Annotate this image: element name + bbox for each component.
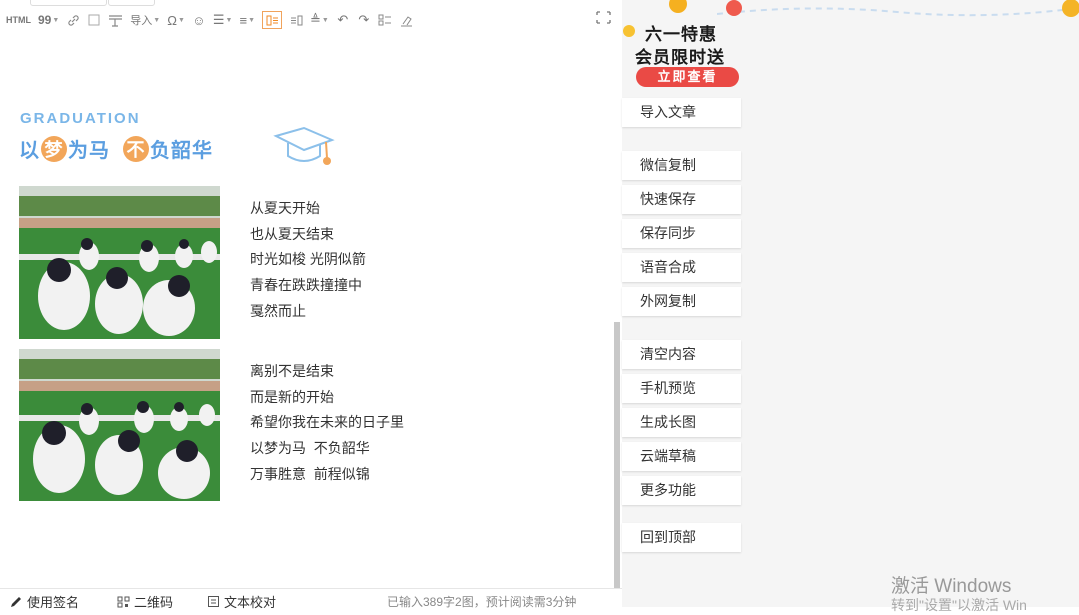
promo-view-button[interactable]: 立即查看 [636,67,739,87]
poem-line: 从夏天开始 [250,200,320,216]
long-image-button[interactable]: 生成长图 [622,408,741,437]
decorative-wave [717,0,1079,17]
frame-icon[interactable] [87,12,101,28]
quote-button[interactable]: 99 ▼ [38,12,59,28]
graduation-photo[interactable] [19,349,220,501]
signature-button[interactable]: 使用签名 [9,592,79,611]
poem-block: 离别不是结束 而是新的开始 希望你我在未来的日子里 以梦为马 不负韶华 万事胜意… [250,359,404,487]
qrcode-icon [117,596,130,607]
signature-label: 使用签名 [27,595,80,610]
emoji-icon[interactable]: ☺ [192,12,206,28]
qrcode-label: 二维码 [134,595,174,610]
pen-icon [11,596,21,607]
status-bar: 使用签名 二维码 文本校对 已输入389字2图，预计阅读需3分钟 [0,588,622,611]
import-label: 导入 [130,15,153,27]
promo-decor-dot [623,25,635,37]
word-count: 已输入389字2图，预计阅读需3分钟 [387,595,577,609]
font-family-select[interactable] [108,0,155,6]
poem-line: 希望你我在未来的日子里 [250,414,404,431]
proofread-button[interactable]: 文本校对 [207,592,276,611]
poem-line: 也从夏天结束 [250,225,334,242]
indent-left-icon[interactable] [262,11,283,29]
import-article-button[interactable]: 导入文章 [622,98,741,127]
html-source-button[interactable]: HTML [6,12,31,28]
graduation-photo[interactable] [19,186,220,339]
redo-icon[interactable]: ↷ [357,12,371,28]
poem-line: 戛然而止 [250,302,306,319]
cloud-draft-button[interactable]: 云端草稿 [622,442,741,471]
promo-title: 六一特惠 [645,25,717,44]
slogan-circle: 梦 [41,135,67,162]
grid-icon[interactable] [378,12,392,28]
editor-content[interactable]: GRADUATION 以 梦 为马 不 负韶华 从夏天开始 也从夏天结束 时光如… [0,38,612,586]
external-copy-button[interactable]: 外网复制 [622,287,741,316]
poem-line: 离别不是结束 [250,363,334,379]
poem-block: 从夏天开始 也从夏天结束 时光如梭 光阴似箭 青春在跌跌撞撞中 戛然而止 [250,196,366,324]
align-icon[interactable]: ≡ ▼ [239,12,255,28]
poem-line: 青春在跌跌撞撞中 [250,277,362,294]
indent-right-icon[interactable] [289,12,303,28]
promo-banner[interactable]: 六一特惠 会员限时送 立即查看 [623,0,746,90]
windows-activation-watermark: 激活 Windows [891,576,1012,597]
poem-line: 以梦为马 不负韶华 [250,440,370,457]
link-icon[interactable] [66,12,80,28]
slogan-heading: 以 梦 为马 不 负韶华 [19,134,213,163]
promo-decor-dot [669,0,687,13]
undo-icon[interactable]: ↶ [336,12,350,28]
slogan-part: 负韶华 [150,140,213,162]
document-icon [208,596,219,607]
promo-subtitle: 会员限时送 [635,48,725,67]
poem-line: 万事胜意 前程似锦 [250,465,370,482]
more-features-button[interactable]: 更多功能 [622,476,741,505]
graduation-heading: GRADUATION [20,110,141,127]
quote-icon: 99 [38,13,52,27]
quick-save-button[interactable]: 快速保存 [622,185,741,214]
slogan-part: 以 [19,140,40,162]
slogan-circle: 不 [123,135,149,162]
eraser-icon[interactable] [399,12,414,28]
slogan-part: 为马 [68,140,110,162]
save-sync-button[interactable]: 保存同步 [622,219,741,248]
clear-content-button[interactable]: 清空内容 [622,340,741,369]
mobile-preview-button[interactable]: 手机预览 [622,374,741,403]
list-icon[interactable]: ☰ ▼ [213,12,233,28]
font-size-select[interactable] [30,0,107,6]
crop-icon[interactable] [596,11,611,27]
proofread-label: 文本校对 [224,595,277,610]
promo-decor-dot [726,0,742,16]
editor-scrollbar[interactable] [614,322,620,588]
windows-activation-hint: 转到"设置"以激活 Win [891,597,1027,613]
wechat-copy-button[interactable]: 微信复制 [622,151,741,180]
back-to-top-button[interactable]: 回到顶部 [622,523,741,552]
graduation-cap-icon [273,126,335,165]
editor-toolbar: HTML 99 ▼ 导入 ▼ Ω ▼ ☺ ☰ ▼ ≡ ▼ ≜ ▼ ↶ ↷ [0,0,622,38]
omega-icon[interactable]: Ω ▼ [167,12,185,28]
qrcode-button[interactable]: 二维码 [117,592,173,611]
import-button[interactable]: 导入 ▼ [130,12,160,28]
format-icon[interactable] [108,12,123,28]
text-to-speech-button[interactable]: 语音合成 [622,253,741,282]
poem-line: 而是新的开始 [250,388,334,405]
line-height-icon[interactable]: ≜ ▼ [310,12,329,28]
poem-line: 时光如梭 光阴似箭 [250,251,366,268]
